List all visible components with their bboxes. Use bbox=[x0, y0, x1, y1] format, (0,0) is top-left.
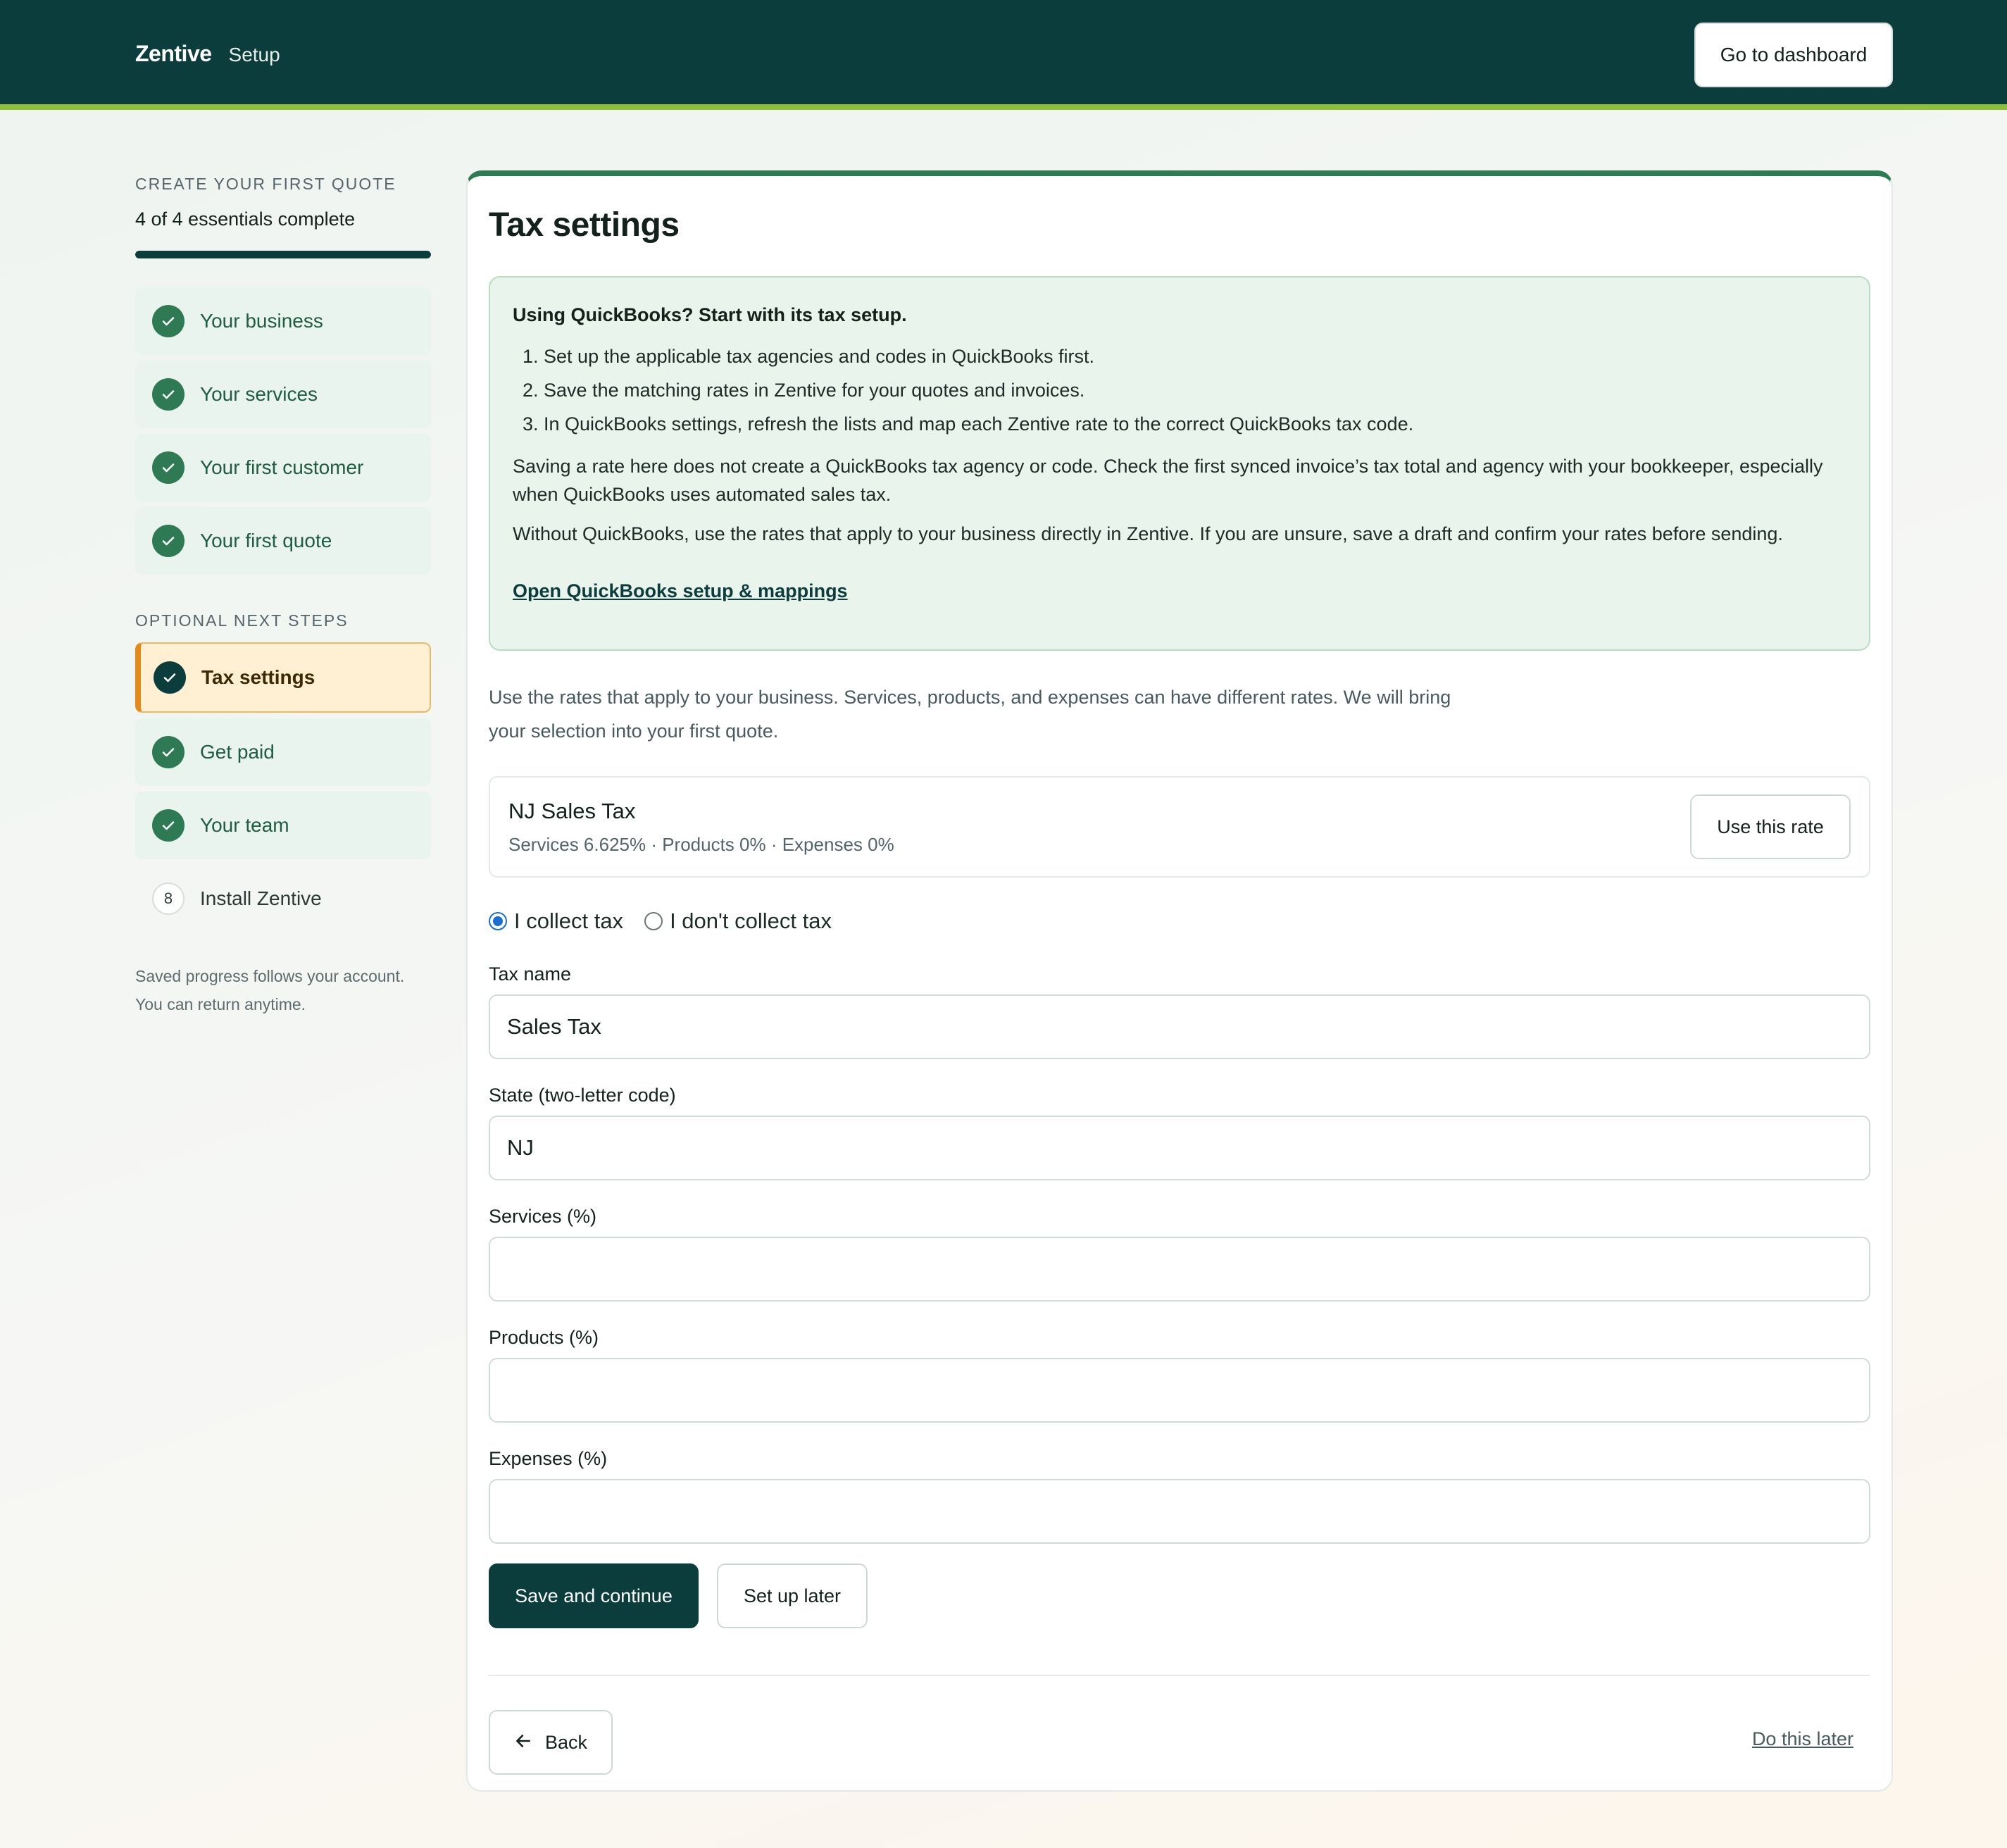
top-bar: Zentive Setup Go to dashboard bbox=[0, 0, 2007, 110]
sidebar-item-your-first-customer[interactable]: Your first customer bbox=[135, 434, 431, 501]
do-this-later-link[interactable]: Do this later bbox=[1752, 1728, 1853, 1750]
state-label: State (two-letter code) bbox=[489, 1085, 676, 1106]
check-icon bbox=[152, 451, 185, 484]
tax-name-input[interactable] bbox=[489, 994, 1870, 1059]
suggested-rate-card: NJ Sales Tax Services 6.625% · Products … bbox=[489, 776, 1870, 878]
check-icon bbox=[152, 525, 185, 557]
brand-section: Setup bbox=[228, 44, 280, 65]
info-heading: Using QuickBooks? Start with its tax set… bbox=[513, 304, 907, 325]
radio-indicator[interactable] bbox=[644, 912, 663, 930]
page-title: Tax settings bbox=[489, 206, 680, 244]
products-rate-input[interactable] bbox=[489, 1358, 1870, 1423]
sidebar-item-label: Get paid bbox=[200, 741, 275, 763]
info-step: 2. Save the matching rates in Zentive fo… bbox=[523, 380, 1085, 401]
optional-heading: OPTIONAL NEXT STEPS bbox=[135, 611, 349, 630]
arrow-left-icon bbox=[514, 1732, 532, 1754]
sidebar-item-label: Your services bbox=[200, 383, 318, 405]
sidebar-item-label: Your first customer bbox=[200, 456, 364, 478]
quickbooks-info-panel: Using QuickBooks? Start with its tax set… bbox=[489, 276, 1870, 651]
state-input[interactable] bbox=[489, 1116, 1870, 1180]
info-steps: 1. Set up the applicable tax agencies an… bbox=[523, 339, 1846, 441]
services-label: Services (%) bbox=[489, 1206, 597, 1227]
sidebar-item-install-zentive[interactable]: 8 Install Zentive bbox=[135, 865, 431, 932]
sidebar-item-your-first-quote[interactable]: Your first quote bbox=[135, 507, 431, 575]
go-to-dashboard-button[interactable]: Go to dashboard bbox=[1694, 23, 1893, 87]
sidebar-item-label: Your business bbox=[200, 310, 323, 332]
info-step: 1. Set up the applicable tax agencies an… bbox=[523, 346, 1094, 367]
use-this-rate-button[interactable]: Use this rate bbox=[1690, 794, 1851, 859]
suggested-rate-details: Services 6.625% · Products 0% · Expenses… bbox=[508, 834, 894, 855]
sidebar-item-get-paid[interactable]: Get paid bbox=[135, 718, 431, 786]
tax-settings-card: Tax settings Using QuickBooks? Start wit… bbox=[466, 170, 1893, 1792]
expenses-rate-input[interactable] bbox=[489, 1479, 1870, 1544]
set-up-later-button[interactable]: Set up later bbox=[717, 1563, 868, 1628]
sidebar-item-tax-settings[interactable]: Tax settings bbox=[135, 642, 431, 713]
sidebar-item-your-services[interactable]: Your services bbox=[135, 361, 431, 428]
suggested-rate-name: NJ Sales Tax bbox=[508, 799, 636, 823]
collect-tax-radio-group: I collect tax I don't collect tax bbox=[489, 909, 832, 934]
info-step: 3. In QuickBooks settings, refresh the l… bbox=[523, 413, 1414, 435]
back-button[interactable]: Back bbox=[489, 1710, 613, 1775]
essentials-heading: CREATE YOUR FIRST QUOTE bbox=[135, 175, 396, 193]
save-and-continue-button[interactable]: Save and continue bbox=[489, 1563, 699, 1628]
dont-collect-tax-radio[interactable]: I don't collect tax bbox=[644, 909, 832, 934]
radio-label: I collect tax bbox=[514, 909, 624, 933]
tax-intro-text: Use the rates that apply to your busines… bbox=[489, 687, 1451, 742]
sidebar-item-label: Your team bbox=[200, 814, 289, 836]
step-number: 8 bbox=[152, 882, 185, 915]
sidebar-item-your-team[interactable]: Your team bbox=[135, 792, 431, 859]
radio-selected-indicator[interactable] bbox=[489, 912, 507, 930]
sidebar-item-your-business[interactable]: Your business bbox=[135, 287, 431, 355]
services-rate-input[interactable] bbox=[489, 1237, 1870, 1301]
saved-progress-note-line: You can return anytime. bbox=[135, 995, 306, 1013]
essentials-progress-bar bbox=[135, 251, 431, 258]
check-icon bbox=[152, 809, 185, 842]
check-icon bbox=[152, 305, 185, 337]
check-icon bbox=[152, 378, 185, 411]
divider bbox=[489, 1675, 1870, 1676]
sidebar-item-label: Install Zentive bbox=[200, 887, 322, 909]
check-icon bbox=[152, 736, 185, 768]
brand-logo[interactable]: Zentive bbox=[135, 41, 212, 67]
back-button-label: Back bbox=[544, 1731, 588, 1753]
saved-progress-note: Saved progress follows your account. You… bbox=[135, 962, 445, 1018]
brand: Zentive Setup bbox=[135, 41, 280, 67]
products-label: Products (%) bbox=[489, 1327, 599, 1348]
quickbooks-setup-link[interactable]: Open QuickBooks setup & mappings bbox=[513, 580, 848, 602]
expenses-label: Expenses (%) bbox=[489, 1448, 608, 1469]
check-icon bbox=[154, 661, 186, 694]
tax-name-label: Tax name bbox=[489, 963, 572, 985]
collect-tax-radio[interactable]: I collect tax bbox=[489, 909, 623, 934]
info-paragraph: Saving a rate here does not create a Qui… bbox=[513, 456, 1823, 505]
essentials-progress-text: 4 of 4 essentials complete bbox=[135, 208, 356, 230]
info-paragraph: Without QuickBooks, use the rates that a… bbox=[513, 523, 1783, 544]
sidebar-item-label: Your first quote bbox=[200, 530, 332, 551]
saved-progress-note-line: Saved progress follows your account. bbox=[135, 967, 405, 985]
essentials-progress-fill bbox=[135, 251, 431, 258]
radio-label: I don't collect tax bbox=[670, 909, 832, 933]
sidebar-item-label: Tax settings bbox=[201, 666, 315, 688]
